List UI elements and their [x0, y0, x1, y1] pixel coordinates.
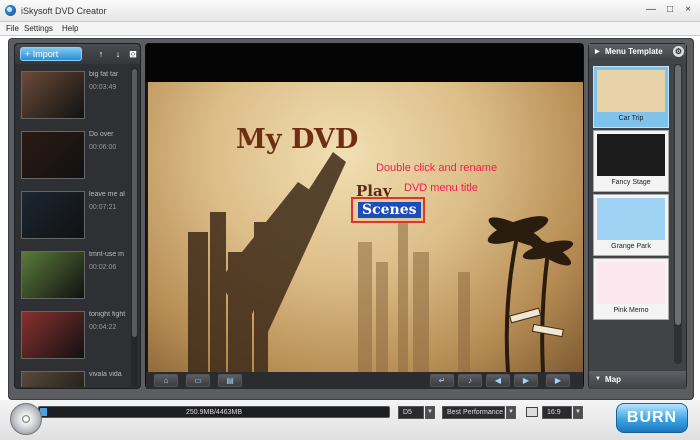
- template-grange-park[interactable]: Grange Park: [593, 194, 669, 256]
- clip-duration: 00:03:49: [89, 84, 117, 91]
- clip-name: tmnt-use m: [89, 251, 125, 258]
- clip-duration: 00:04:22: [89, 324, 117, 331]
- aspect-ratio-select[interactable]: 16:9: [542, 406, 572, 419]
- menu-file[interactable]: File: [6, 24, 19, 33]
- template-thumbnail: [597, 198, 665, 240]
- play-icon[interactable]: ▶: [546, 374, 570, 387]
- clip-list-panel: + Import ↑ ↓ ⊠ big fat tar 00:03:49 Do ove…: [14, 43, 141, 389]
- return-icon[interactable]: ↵: [430, 374, 454, 387]
- clip-item[interactable]: tmnt-use m 00:02:06: [19, 247, 130, 305]
- next-icon[interactable]: ▶: [514, 374, 538, 387]
- clip-item[interactable]: big fat tar 00:03:49: [19, 67, 130, 125]
- previous-icon[interactable]: ◀: [486, 374, 510, 387]
- disc-type-select[interactable]: D5: [398, 406, 424, 419]
- music-icon[interactable]: ♪: [458, 374, 482, 387]
- clip-thumbnail: [21, 371, 85, 387]
- menu-template-header[interactable]: ▶ Menu Template ⚙: [589, 44, 686, 60]
- maximize-button[interactable]: □: [661, 3, 679, 17]
- clip-list-scroll-thumb[interactable]: [132, 69, 137, 337]
- template-settings-icon[interactable]: ⚙: [673, 46, 684, 57]
- app-logo-icon: [5, 5, 16, 16]
- clip-item[interactable]: leave me al 00:07:21: [19, 187, 130, 245]
- template-thumbnail: [597, 134, 665, 176]
- clip-thumbnail: [21, 311, 85, 359]
- map-label: Map: [605, 375, 621, 384]
- title-bar: iSkysoft DVD Creator — □ ×: [0, 0, 700, 22]
- scenes-label[interactable]: Scenes: [358, 202, 421, 218]
- clip-name: Do over: [89, 131, 114, 138]
- frame-icon[interactable]: ▭: [186, 374, 210, 387]
- template-pink-memo[interactable]: Pink Memo: [593, 258, 669, 320]
- disc-type-dropdown-icon[interactable]: ▼: [425, 406, 435, 419]
- clip-name: leave me al: [89, 191, 125, 198]
- scenes-menu-item[interactable]: Scenes: [351, 197, 425, 223]
- map-arrow-icon: ▼: [595, 376, 601, 382]
- template-scroll-thumb[interactable]: [675, 65, 681, 325]
- move-down-icon[interactable]: ↓: [112, 48, 124, 60]
- preview-controls: ⌂ ▭ ▤ ↵ ♪ ◀ ▶ ▶: [146, 372, 583, 389]
- clip-list: big fat tar 00:03:49 Do over 00:06:00 leave …: [19, 67, 130, 387]
- bottom-bar: 250.9MB/4463MB D5 ▼ Best Performance ▼ 1…: [0, 400, 700, 440]
- menu-background-art: [188, 152, 574, 372]
- quality-dropdown-icon[interactable]: ▼: [506, 406, 516, 419]
- preview-panel: My DVD Double click and rename DVD menu …: [145, 43, 584, 389]
- menu-settings[interactable]: Settings: [24, 24, 53, 33]
- clip-duration: 00:07:21: [89, 204, 117, 211]
- clip-duration: 00:06:00: [89, 144, 117, 151]
- remove-icon[interactable]: ⊠: [127, 48, 139, 60]
- template-thumbnail: [597, 262, 665, 304]
- template-car-trip[interactable]: Car Trip: [593, 66, 669, 128]
- preview-letterbox: [146, 44, 583, 82]
- clip-thumbnail: [21, 251, 85, 299]
- quality-select[interactable]: Best Performance: [442, 406, 505, 419]
- chapters-icon[interactable]: ▤: [218, 374, 242, 387]
- menu-template-title: Menu Template: [605, 47, 663, 56]
- clip-thumbnail: [21, 131, 85, 179]
- menu-bar: File Settings Help: [0, 22, 700, 36]
- clip-name: big fat tar: [89, 71, 119, 78]
- template-label: Fancy Stage: [611, 179, 651, 186]
- disc-icon: [10, 403, 42, 435]
- template-label: Car Trip: [618, 115, 644, 122]
- rename-hint-line2: DVD menu title: [404, 182, 478, 194]
- aspect-dropdown-icon[interactable]: ▼: [573, 406, 583, 419]
- clip-item[interactable]: Do over 00:06:00: [19, 127, 130, 185]
- close-button[interactable]: ×: [679, 3, 697, 17]
- template-label: Pink Memo: [613, 307, 649, 314]
- clip-toolbar: + Import ↑ ↓ ⊠: [15, 44, 140, 64]
- clip-name: tonight fight: [89, 311, 126, 318]
- clip-name: vivala vida: [89, 371, 122, 378]
- template-label: Grange Park: [611, 243, 651, 250]
- window-title: iSkysoft DVD Creator: [21, 6, 107, 16]
- menu-help[interactable]: Help: [62, 24, 78, 33]
- map-header[interactable]: ▼ Map: [589, 371, 686, 389]
- import-button[interactable]: + Import: [20, 47, 82, 61]
- template-fancy-stage[interactable]: Fancy Stage: [593, 130, 669, 192]
- clip-thumbnail: [21, 71, 85, 119]
- clip-item[interactable]: vivala vida: [19, 367, 130, 387]
- menu-template-panel: ▶ Menu Template ⚙ Car Trip Fancy Stage Gra…: [588, 43, 687, 389]
- rename-hint-line1: Double click and rename: [376, 162, 498, 174]
- clip-thumbnail: [21, 191, 85, 239]
- minimize-button[interactable]: —: [642, 3, 660, 17]
- move-up-icon[interactable]: ↑: [95, 48, 107, 60]
- template-thumbnail: [597, 70, 665, 112]
- expand-arrow-icon: ▶: [595, 49, 600, 55]
- dvd-menu-preview[interactable]: My DVD Double click and rename DVD menu …: [148, 82, 583, 372]
- aspect-ratio-icon: [526, 407, 538, 417]
- burn-button[interactable]: BURN: [616, 403, 688, 433]
- dvd-menu-title[interactable]: My DVD: [236, 124, 358, 155]
- disc-capacity-bar: 250.9MB/4463MB: [38, 406, 390, 418]
- disc-capacity-text: 250.9MB/4463MB: [185, 409, 243, 416]
- clip-duration: 00:02:06: [89, 264, 117, 271]
- clip-item[interactable]: tonight fight 00:04:22: [19, 307, 130, 365]
- home-icon[interactable]: ⌂: [154, 374, 178, 387]
